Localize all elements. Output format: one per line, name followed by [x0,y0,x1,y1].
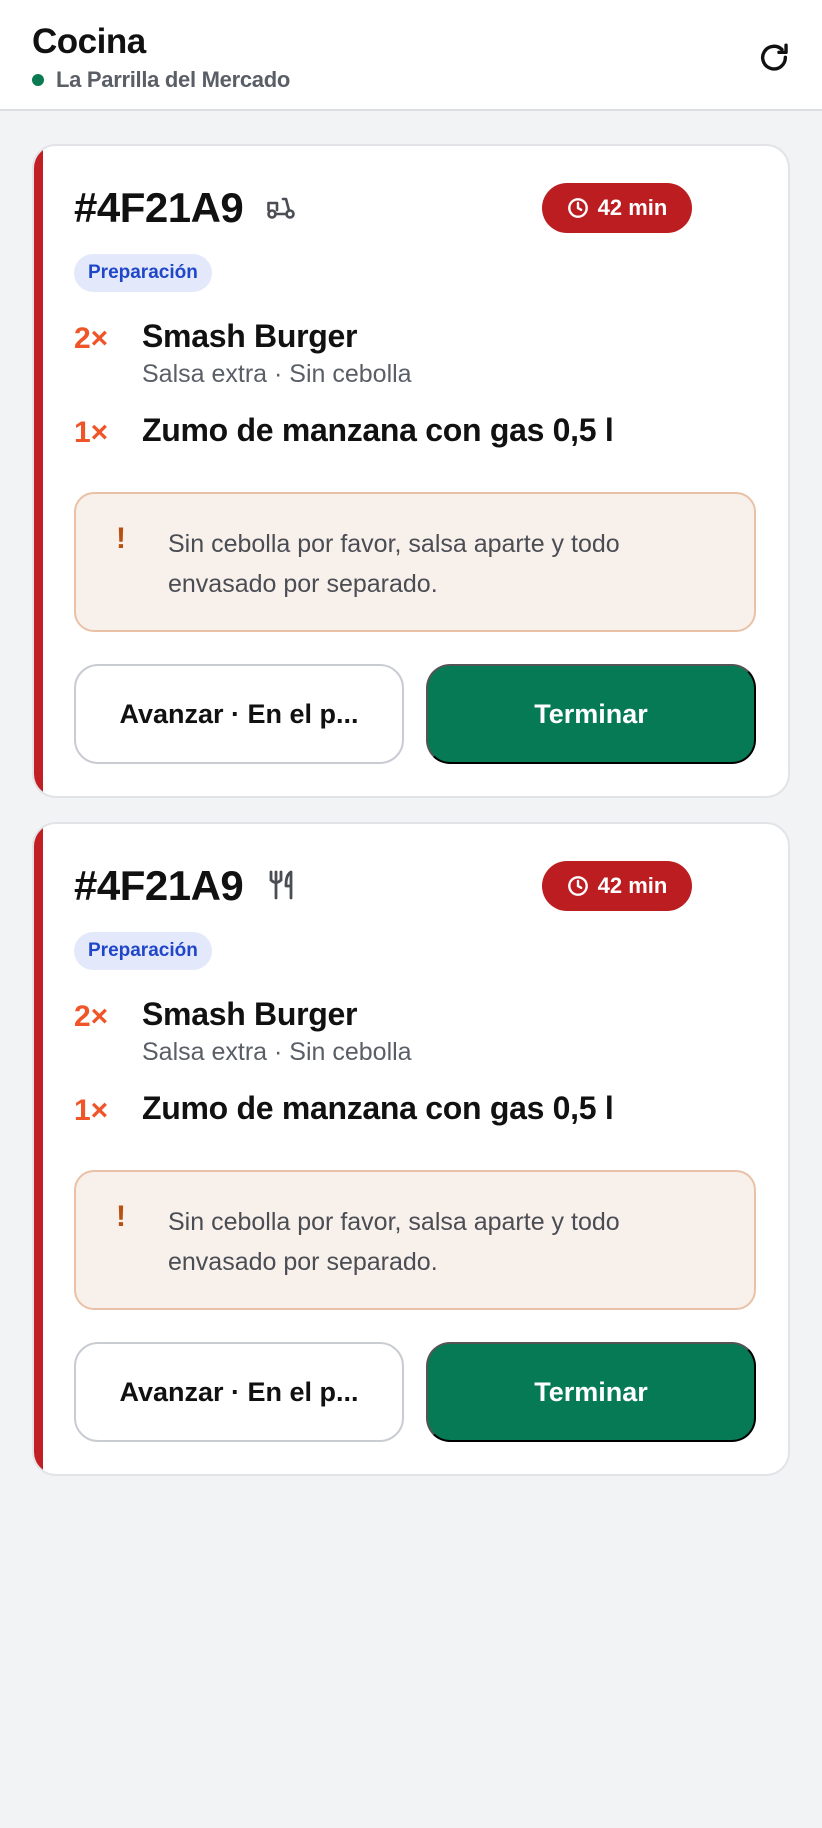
order-note: ! Sin cebolla por favor, salsa aparte y … [74,1170,756,1310]
item-name: Zumo de manzana con gas 0,5 l [142,412,614,448]
page-title: Cocina [32,22,146,61]
refresh-icon [760,43,788,71]
status-badge: Preparación [74,254,212,292]
order-note: ! Sin cebolla por favor, salsa aparte y … [74,492,756,632]
note-text: Sin cebolla por favor, salsa aparte y to… [168,530,620,598]
exclamation-icon: ! [116,522,126,555]
item-quantity: 1× [74,1094,109,1127]
timer-value: 42 min [597,873,668,898]
status-badge: Preparación [74,932,212,970]
order-list: #4F21A9 42 min Preparación 2× Smash Burg… [32,144,790,1500]
exclamation-icon: ! [116,1200,126,1233]
clock-icon [567,198,588,218]
app-header: Cocina La Parrilla del Mercado [0,0,822,111]
item-modifiers: Salsa extra · Sin cebolla [142,1038,412,1066]
order-card: #4F21A9 42 min Preparación 2× Smash Burg… [32,144,790,798]
fork-knife-icon [264,868,298,902]
elapsed-timer: 42 min [542,183,692,233]
order-id: #4F21A9 [74,184,244,231]
item-name: Smash Burger [142,996,358,1032]
item-modifiers: Salsa extra · Sin cebolla [142,360,412,388]
note-text: Sin cebolla por favor, salsa aparte y to… [168,1208,620,1276]
refresh-button[interactable] [752,36,796,80]
online-status-dot [32,74,44,86]
advance-button[interactable]: Avanzar · En el p... [74,664,404,764]
item-quantity: 2× [74,322,109,355]
clock-icon [567,876,588,896]
restaurant-name: La Parrilla del Mercado [56,67,290,92]
item-name: Zumo de manzana con gas 0,5 l [142,1090,614,1126]
advance-button[interactable]: Avanzar · En el p... [74,1342,404,1442]
item-quantity: 1× [74,416,109,449]
elapsed-timer: 42 min [542,861,692,911]
order-card: #4F21A9 42 min Preparación 2× Smash Burg… [32,822,790,1476]
restaurant-status: La Parrilla del Mercado [32,67,290,93]
order-id: #4F21A9 [74,862,244,909]
finish-button[interactable]: Terminar [426,1342,756,1442]
item-quantity: 2× [74,1000,109,1033]
finish-button[interactable]: Terminar [426,664,756,764]
scooter-icon [264,190,298,224]
timer-value: 42 min [597,195,668,220]
item-name: Smash Burger [142,318,358,354]
